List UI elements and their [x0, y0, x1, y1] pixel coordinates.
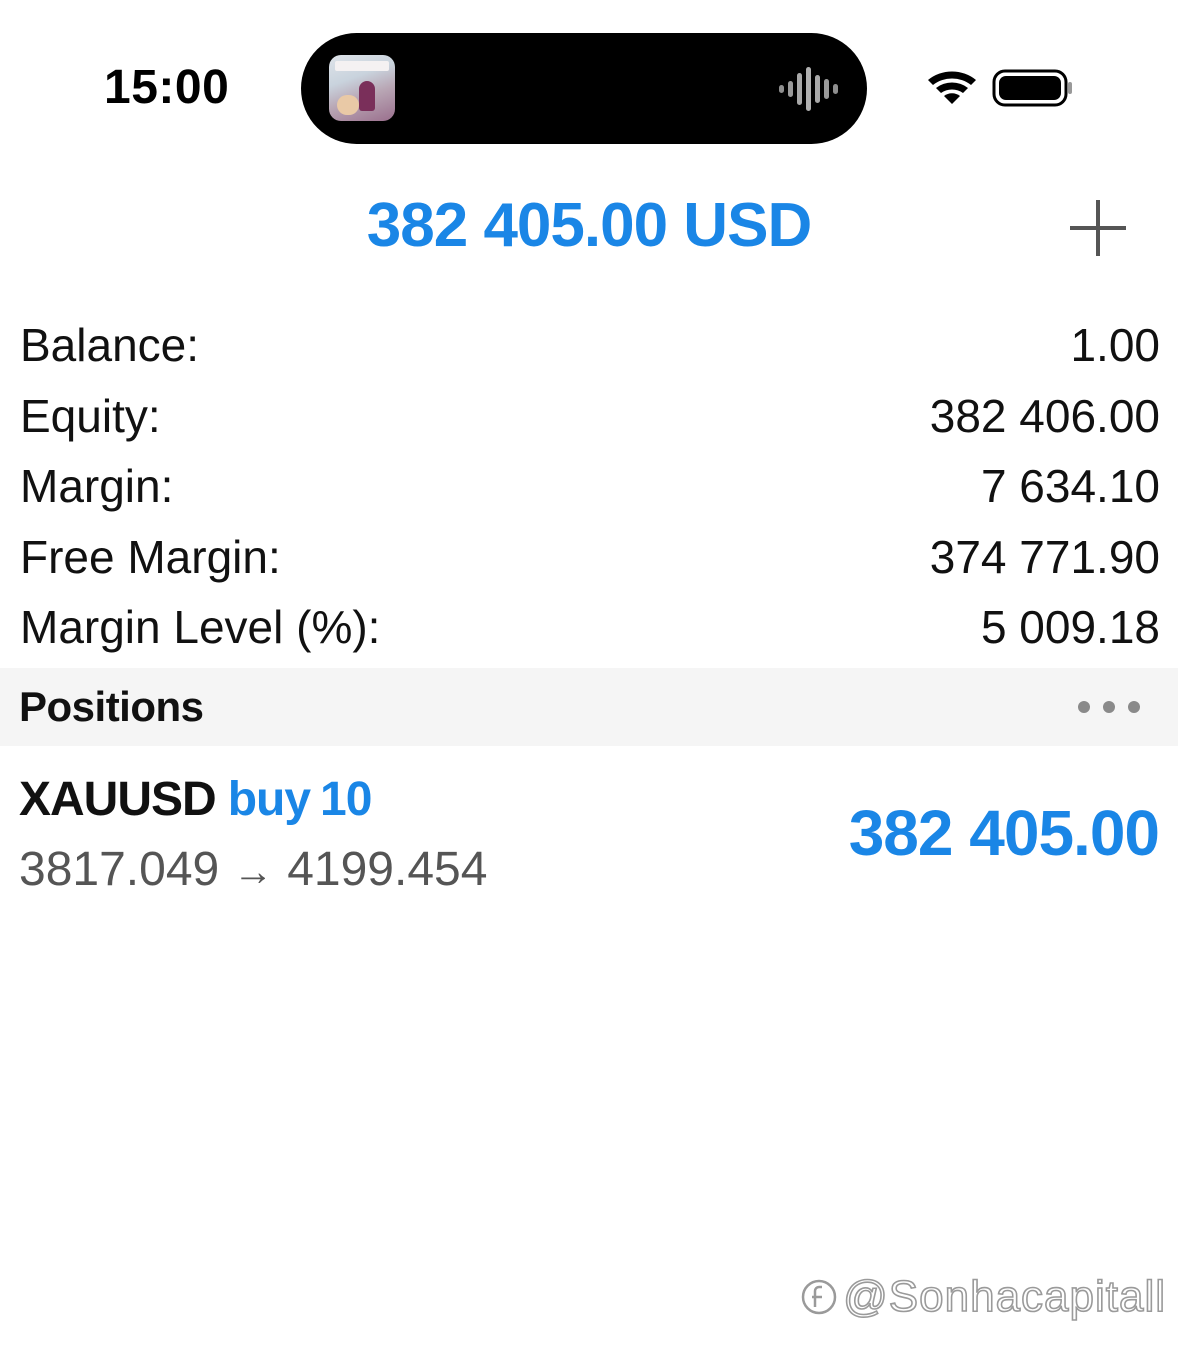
wifi-icon: [928, 71, 976, 104]
balance-label: Balance:: [20, 319, 200, 372]
position-prices: 3817.049 → 4199.454: [19, 840, 487, 902]
audio-waveform-icon: [779, 67, 838, 111]
now-playing-artwork[interactable]: [329, 55, 395, 121]
account-summary: Balance: 1.00 Equity: 382 406.00 Margin:…: [20, 310, 1160, 663]
more-dots-icon[interactable]: [1076, 694, 1142, 720]
position-profit: 382 405.00: [848, 797, 1160, 869]
position-current-price: 4199.454: [287, 843, 488, 896]
social-logo-icon: [801, 1279, 837, 1315]
equity-row: Equity: 382 406.00: [20, 381, 1160, 452]
margin-level-row: Margin Level (%): 5 009.18: [20, 592, 1160, 663]
position-row[interactable]: XAUUSD buy 10 3817.049 → 4199.454 382 405.00: [0, 760, 1178, 910]
status-time: 15:00: [104, 61, 230, 114]
position-open-price: 3817.049: [19, 843, 220, 896]
free-margin-value: 374 771.90: [929, 530, 1160, 583]
battery-icon: [992, 69, 1072, 107]
positions-section-header: Positions: [0, 668, 1178, 746]
margin-row: Margin: 7 634.10: [20, 451, 1160, 522]
margin-level-label: Margin Level (%):: [20, 601, 381, 654]
position-title-line: XAUUSD buy 10: [19, 770, 372, 830]
balance-row: Balance: 1.00: [20, 310, 1160, 381]
free-margin-row: Free Margin: 374 771.90: [20, 522, 1160, 593]
margin-label: Margin:: [20, 460, 174, 513]
positions-title: Positions: [19, 683, 204, 730]
plus-icon[interactable]: [1068, 198, 1128, 258]
position-type: buy: [227, 773, 311, 826]
arrow-right-icon: →: [233, 850, 274, 894]
position-symbol: XAUUSD: [19, 773, 217, 826]
margin-value: 7 634.10: [980, 460, 1160, 513]
account-total: 382 405.00 USD: [366, 191, 812, 260]
free-margin-label: Free Margin:: [20, 530, 281, 583]
margin-level-value: 5 009.18: [980, 601, 1160, 654]
equity-label: Equity:: [20, 389, 161, 442]
position-volume: 10: [320, 773, 372, 826]
status-icons: [928, 69, 1072, 107]
watermark: @Sonhacapitall: [799, 1270, 1166, 1324]
equity-value: 382 406.00: [929, 389, 1160, 442]
balance-value: 1.00: [1070, 319, 1160, 372]
dynamic-island[interactable]: [301, 33, 867, 144]
watermark-text: @Sonhacapitall: [842, 1271, 1166, 1322]
